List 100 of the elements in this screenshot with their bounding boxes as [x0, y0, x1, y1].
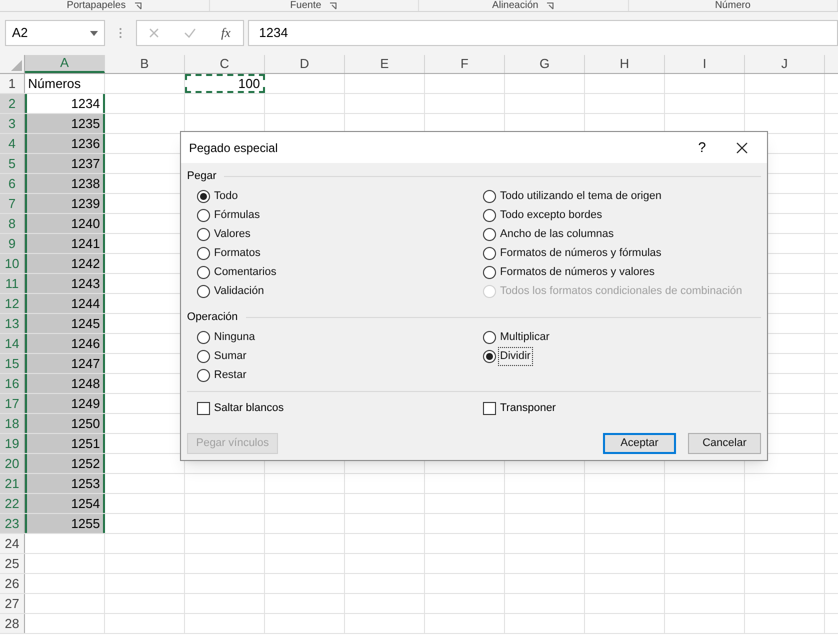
dialog-launcher-icon[interactable]	[546, 2, 554, 10]
table-cell[interactable]: 1236	[25, 134, 105, 153]
option-label: Ancho de las columnas	[499, 227, 615, 242]
table-cell[interactable]: 1248	[25, 374, 105, 393]
option-label: Restar	[213, 368, 248, 384]
radio-button[interactable]	[483, 228, 496, 241]
radio-button[interactable]	[197, 285, 210, 298]
column-header[interactable]: G	[505, 55, 585, 73]
row-header[interactable]: 20	[0, 454, 25, 473]
radio-button[interactable]	[483, 350, 496, 363]
table-cell[interactable]: 100	[185, 74, 265, 93]
help-button[interactable]: ?	[687, 137, 717, 158]
row-header[interactable]: 1	[0, 74, 25, 93]
row-header[interactable]: 24	[0, 534, 25, 553]
option-label: Sumar	[213, 349, 248, 364]
table-cell[interactable]: 1243	[25, 274, 105, 293]
table-cell[interactable]: 1241	[25, 234, 105, 253]
row-header[interactable]: 17	[0, 394, 25, 413]
table-cell[interactable]: 1242	[25, 254, 105, 273]
row-header[interactable]: 14	[0, 334, 25, 353]
column-header[interactable]: A	[25, 55, 105, 73]
checkbox[interactable]	[197, 402, 210, 415]
table-cell[interactable]: 1245	[25, 314, 105, 333]
radio-button[interactable]	[197, 266, 210, 279]
row-header[interactable]: 15	[0, 354, 25, 373]
column-header[interactable]: J	[745, 55, 825, 73]
table-cell[interactable]: 1252	[25, 454, 105, 473]
ribbon-group-label: Número	[714, 0, 751, 10]
dialog-button[interactable]: Cancelar	[688, 432, 761, 454]
row-header[interactable]: 21	[0, 474, 25, 493]
row-header[interactable]: 22	[0, 494, 25, 513]
row-header[interactable]: 28	[0, 614, 25, 633]
option-label: Formatos de números y valores	[499, 265, 656, 280]
row-header[interactable]: 4	[0, 134, 25, 153]
radio-button[interactable]	[197, 369, 210, 382]
radio-button[interactable]	[197, 247, 210, 260]
checkbox[interactable]	[483, 402, 496, 415]
table-cell[interactable]: 1254	[25, 494, 105, 513]
table-cell[interactable]: 1235	[25, 114, 105, 133]
radio-button[interactable]	[483, 331, 496, 344]
table-cell[interactable]: 1251	[25, 434, 105, 453]
radio-button[interactable]	[197, 350, 210, 363]
dialog-launcher-icon[interactable]	[134, 2, 142, 10]
row-header[interactable]: 26	[0, 574, 25, 593]
table-cell[interactable]: 1244	[25, 294, 105, 313]
row-header[interactable]: 3	[0, 114, 25, 133]
insert-function-button[interactable]: fx	[221, 23, 231, 43]
table-cell[interactable]: 1239	[25, 194, 105, 213]
radio-button[interactable]	[197, 190, 210, 203]
table-cell[interactable]: 1240	[25, 214, 105, 233]
dialog-launcher-icon[interactable]	[329, 2, 338, 10]
row-header[interactable]: 9	[0, 234, 25, 253]
row-header[interactable]: 5	[0, 154, 25, 173]
row-header[interactable]: 23	[0, 514, 25, 533]
column-header[interactable]: I	[665, 55, 745, 73]
table-cell[interactable]: 1238	[25, 174, 105, 193]
table-cell[interactable]: 1255	[25, 514, 105, 533]
radio-button[interactable]	[197, 209, 210, 222]
name-box[interactable]: A2	[5, 20, 105, 46]
row-header[interactable]: 11	[0, 274, 25, 293]
formula-input[interactable]: 1234	[248, 20, 838, 46]
checkmark-icon[interactable]	[184, 28, 196, 38]
row-header[interactable]: 8	[0, 214, 25, 233]
section-label: Pegar	[187, 168, 216, 184]
table-cell[interactable]: 1246	[25, 334, 105, 353]
row-header[interactable]: 18	[0, 414, 25, 433]
row-header[interactable]: 7	[0, 194, 25, 213]
option-label: Formatos de números y fórmulas	[499, 246, 662, 262]
table-cell[interactable]: 1250	[25, 414, 105, 433]
row-header[interactable]: 12	[0, 294, 25, 313]
row-header[interactable]: 10	[0, 254, 25, 273]
radio-button[interactable]	[197, 228, 210, 241]
row-header[interactable]: 2	[0, 94, 25, 113]
column-header[interactable]: E	[345, 55, 425, 73]
row-header[interactable]: 13	[0, 314, 25, 333]
radio-button[interactable]	[483, 247, 496, 260]
row-header[interactable]: 25	[0, 554, 25, 573]
dialog-button[interactable]: Aceptar	[603, 432, 676, 454]
row-header[interactable]: 6	[0, 174, 25, 193]
row-header[interactable]: 27	[0, 594, 25, 613]
column-header[interactable]: H	[585, 55, 665, 73]
option-label: Todo excepto bordes	[499, 208, 604, 224]
drag-handle-icon[interactable]	[119, 27, 122, 39]
table-cell[interactable]: 1253	[25, 474, 105, 493]
radio-button[interactable]	[483, 209, 496, 222]
radio-button[interactable]	[483, 190, 496, 203]
table-cell[interactable]: 1249	[25, 394, 105, 413]
row-header[interactable]: 19	[0, 434, 25, 453]
column-header[interactable]: F	[425, 55, 505, 73]
radio-button[interactable]	[197, 331, 210, 344]
column-header[interactable]: D	[265, 55, 345, 73]
column-header[interactable]: C	[185, 55, 265, 73]
row-header[interactable]: 16	[0, 374, 25, 393]
table-cell[interactable]: 1237	[25, 154, 105, 173]
option-label: Validación	[213, 284, 265, 300]
column-header[interactable]: B	[105, 55, 185, 73]
table-cell[interactable]: 1247	[25, 354, 105, 373]
table-cell[interactable]: 1234	[25, 94, 105, 113]
radio-button[interactable]	[483, 266, 496, 279]
option-label: Todos los formatos condicionales de combinación	[499, 284, 744, 300]
